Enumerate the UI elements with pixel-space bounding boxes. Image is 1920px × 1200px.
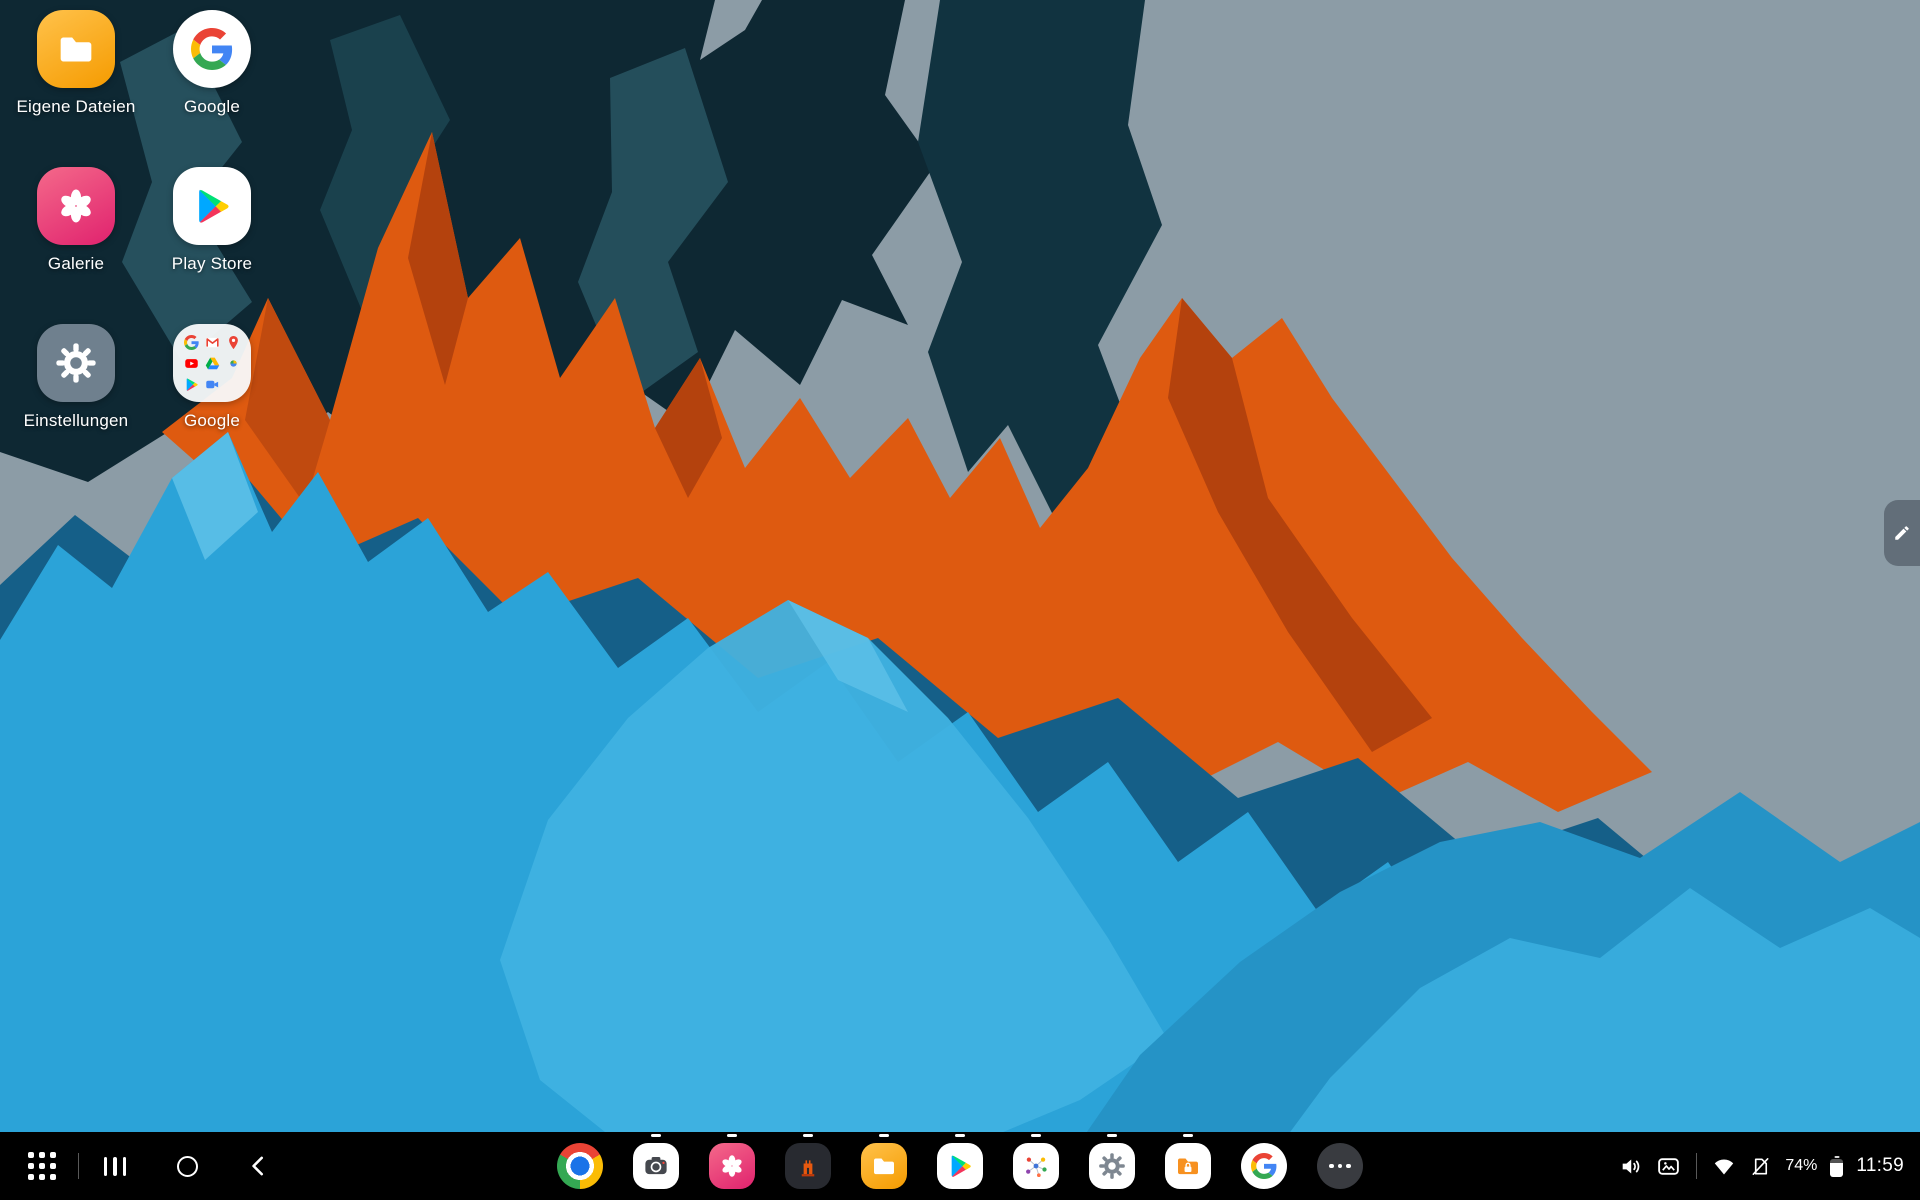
home-button[interactable] (165, 1140, 209, 1192)
app-grid-icon (28, 1152, 56, 1180)
network-app-icon (1013, 1143, 1059, 1189)
gmail-mini-icon (204, 334, 221, 351)
taskbar: 74% 11:59 (0, 1132, 1920, 1200)
navigation-buttons (20, 1132, 281, 1200)
no-sim-icon (1749, 1155, 1772, 1178)
back-button[interactable] (237, 1140, 281, 1192)
more-apps-button[interactable] (1317, 1143, 1363, 1189)
shortcut-gallery[interactable]: Galerie (8, 167, 144, 274)
shortcut-settings[interactable]: Einstellungen (8, 324, 144, 431)
pencil-icon (1893, 524, 1911, 542)
battery-icon (1830, 1156, 1843, 1177)
gallery-flower-icon (709, 1143, 755, 1189)
dock (557, 1132, 1363, 1200)
dock-chrome[interactable] (557, 1143, 603, 1189)
settings-gear-icon (1089, 1143, 1135, 1189)
shortcut-google-app[interactable]: Google (144, 10, 280, 117)
dock-camera[interactable] (633, 1143, 679, 1189)
running-indicator (1031, 1134, 1041, 1137)
youtube-mini-icon (183, 355, 200, 372)
clock: 11:59 (1856, 1155, 1904, 1177)
shortcut-label: Galerie (48, 254, 104, 274)
tower-app-icon (785, 1143, 831, 1189)
recents-button[interactable] (93, 1140, 137, 1192)
folder-mini-grid (183, 334, 242, 393)
running-indicator (1183, 1134, 1193, 1137)
more-apps-icon (1317, 1143, 1363, 1189)
home-icon (177, 1156, 198, 1177)
play-store-icon (937, 1143, 983, 1189)
wallpaper (0, 0, 1920, 1200)
screen-capture-icon (1656, 1154, 1681, 1179)
gallery-flower-icon (37, 167, 115, 245)
desktop-shortcuts: Eigene Dateien Google (8, 10, 280, 431)
camera-icon (633, 1143, 679, 1189)
shortcut-label: Google (184, 411, 240, 431)
battery-percent: 74% (1785, 1157, 1817, 1175)
running-indicator (651, 1134, 661, 1137)
battery-fill (1830, 1163, 1843, 1176)
shortcut-google-folder[interactable]: Google (144, 324, 280, 431)
dock-network-app[interactable] (1013, 1143, 1059, 1189)
photos-mini-icon (225, 355, 242, 372)
dock-settings[interactable] (1089, 1143, 1135, 1189)
shortcut-label: Play Store (172, 254, 252, 274)
running-indicator (1107, 1134, 1117, 1137)
tablet-home-screen: Eigene Dateien Google (0, 0, 1920, 1200)
play-store-icon (173, 167, 251, 245)
shortcut-my-files[interactable]: Eigene Dateien (8, 10, 144, 117)
running-indicator (803, 1134, 813, 1137)
all-apps-button[interactable] (20, 1140, 64, 1192)
duo-mini-icon (204, 376, 221, 393)
running-indicator (955, 1134, 965, 1137)
google-folder-icon (173, 324, 251, 402)
dock-secure-folder[interactable] (1165, 1143, 1211, 1189)
shortcut-label: Eigene Dateien (16, 97, 135, 117)
google-g-icon (173, 10, 251, 88)
drive-mini-icon (204, 355, 221, 372)
dock-my-files[interactable] (861, 1143, 907, 1189)
google-g-mini-icon (183, 334, 200, 351)
dock-play-store[interactable] (937, 1143, 983, 1189)
nav-divider (78, 1153, 79, 1179)
running-indicator (727, 1134, 737, 1137)
chrome-icon (557, 1143, 603, 1189)
dock-tower-app[interactable] (785, 1143, 831, 1189)
back-icon (246, 1153, 272, 1179)
status-divider (1696, 1153, 1697, 1179)
settings-gear-icon (37, 324, 115, 402)
dock-gallery[interactable] (709, 1143, 755, 1189)
secure-folder-icon (1165, 1143, 1211, 1189)
my-files-icon (861, 1143, 907, 1189)
shortcut-label: Einstellungen (24, 411, 129, 431)
dock-google[interactable] (1241, 1143, 1287, 1189)
status-cluster[interactable]: 74% 11:59 (1618, 1132, 1904, 1200)
shortcut-play-store[interactable]: Play Store (144, 167, 280, 274)
play-mini-icon (183, 376, 200, 393)
speaker-icon (1618, 1154, 1643, 1179)
running-indicator (879, 1134, 889, 1137)
maps-mini-icon (225, 334, 242, 351)
shortcut-label: Google (184, 97, 240, 117)
edge-panel-handle[interactable] (1884, 500, 1920, 566)
wifi-icon (1712, 1154, 1736, 1178)
recents-icon (104, 1157, 127, 1176)
my-files-icon (37, 10, 115, 88)
google-g-icon (1241, 1143, 1287, 1189)
